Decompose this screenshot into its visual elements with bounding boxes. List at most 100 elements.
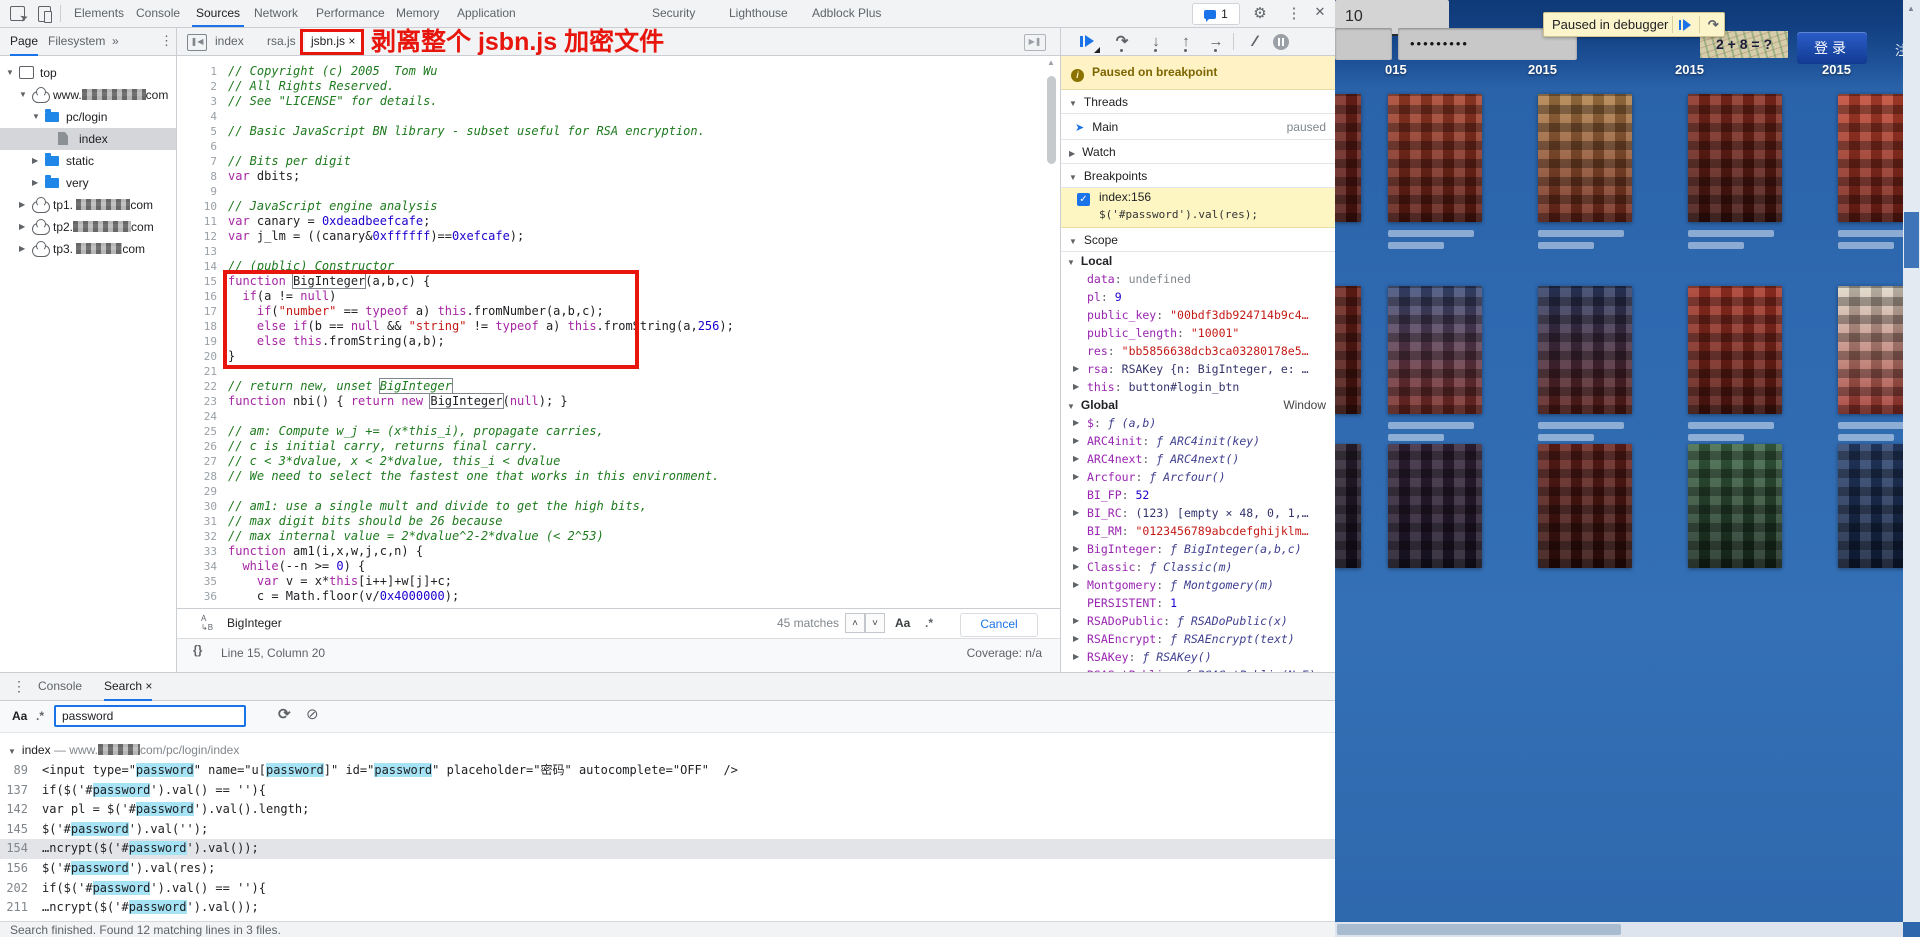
- line-number[interactable]: 36: [177, 589, 217, 604]
- line-number[interactable]: 22: [177, 379, 217, 394]
- step-over-button[interactable]: ↷: [1111, 32, 1133, 52]
- expand-icon[interactable]: ▶: [1073, 468, 1079, 486]
- blurred-poster-image[interactable]: [1388, 94, 1482, 222]
- file-tab-rsa-js[interactable]: rsa.js: [261, 28, 302, 55]
- scope-variable-RSAEncrypt[interactable]: ▶ RSAEncrypt: ƒ RSAEncrypt(text): [1061, 630, 1335, 648]
- scope-variable-Classic[interactable]: ▶ Classic: ƒ Classic(m): [1061, 558, 1335, 576]
- pause-on-exceptions-button[interactable]: [1273, 34, 1289, 50]
- scope-section-header[interactable]: ▼ Scope: [1061, 228, 1335, 252]
- issues-badge[interactable]: 1: [1192, 3, 1240, 25]
- scope-variable-rsa[interactable]: ▶ rsa: RSAKey {n: BigInteger, e: …: [1061, 360, 1335, 378]
- line-number[interactable]: 18: [177, 319, 217, 334]
- find-input[interactable]: BigInteger: [227, 609, 282, 638]
- line-number[interactable]: 11: [177, 214, 217, 229]
- scope-variable-$[interactable]: ▶ $: ƒ (a,b): [1061, 414, 1335, 432]
- page-hscroll-thumb[interactable]: [1337, 924, 1621, 935]
- line-number[interactable]: 15: [177, 274, 217, 289]
- expand-icon[interactable]: ▶: [1073, 360, 1079, 378]
- line-number[interactable]: 17: [177, 304, 217, 319]
- devtools-tab-elements[interactable]: Elements: [70, 0, 128, 27]
- devtools-tab-application[interactable]: Application: [453, 0, 520, 27]
- devtools-tab-console[interactable]: Console: [132, 0, 184, 27]
- line-number[interactable]: 26: [177, 439, 217, 454]
- devtools-tab-sources[interactable]: Sources: [192, 0, 245, 27]
- blurred-poster-image[interactable]: [1538, 286, 1632, 414]
- search-match-case-toggle[interactable]: Aa: [12, 701, 27, 732]
- scope-variable-RSADoPublic[interactable]: ▶ RSADoPublic: ƒ RSADoPublic(x): [1061, 612, 1335, 630]
- line-number[interactable]: 1: [177, 64, 217, 79]
- settings-gear-icon[interactable]: ⚙: [1250, 4, 1270, 22]
- blurred-poster-image[interactable]: [1538, 94, 1632, 222]
- tree-item-top[interactable]: ▼ top: [0, 62, 176, 84]
- navigator-tab-page[interactable]: Page: [10, 28, 39, 56]
- find-cancel-button[interactable]: Cancel: [960, 613, 1038, 637]
- tree-item-tp2[interactable]: ▶ tp2. com: [0, 216, 176, 238]
- line-number[interactable]: 34: [177, 559, 217, 574]
- scope-variable-Montgomery[interactable]: ▶ Montgomery: ƒ Montgomery(m): [1061, 576, 1335, 594]
- step-button[interactable]: →: [1205, 32, 1227, 52]
- line-number[interactable]: 5: [177, 124, 217, 139]
- step-out-button[interactable]: ↑: [1175, 32, 1197, 52]
- line-number[interactable]: 6: [177, 139, 217, 154]
- blurred-poster-image[interactable]: [1538, 444, 1632, 568]
- search-clear-icon[interactable]: ⊘: [306, 705, 319, 723]
- deactivate-breakpoints-button[interactable]: ∕∕: [1243, 32, 1265, 52]
- devtools-tab-security[interactable]: Security: [648, 0, 699, 27]
- tree-item-very[interactable]: ▶ very: [0, 172, 176, 194]
- disclosure-expanded-icon[interactable]: ▼: [8, 747, 16, 756]
- devtools-tab-lighthouse[interactable]: Lighthouse: [725, 0, 792, 27]
- tree-item-tp1[interactable]: ▶ tp1. com: [0, 194, 176, 216]
- expand-icon[interactable]: ▶: [1073, 630, 1079, 648]
- scope-variable-ARC4next[interactable]: ▶ ARC4next: ƒ ARC4next(): [1061, 450, 1335, 468]
- line-number[interactable]: 33: [177, 544, 217, 559]
- search-result-line-211[interactable]: 211 …ncrypt($('#password').val());: [0, 898, 1335, 918]
- disclosure-collapsed-icon[interactable]: ▶: [32, 150, 38, 172]
- search-result-file-header[interactable]: ▼ index — www. com/pc/login/index: [0, 741, 1335, 760]
- page-scroll-up-icon[interactable]: ▲: [1907, 4, 1915, 13]
- disclosure-collapsed-icon[interactable]: ▶: [32, 172, 38, 194]
- expand-icon[interactable]: ▶: [1073, 414, 1079, 432]
- page-horizontal-scrollbar[interactable]: [1335, 922, 1903, 937]
- blurred-poster-image[interactable]: [1388, 444, 1482, 568]
- blurred-poster-image[interactable]: [1688, 94, 1782, 222]
- match-case-toggle[interactable]: Aa: [895, 609, 910, 638]
- expand-icon[interactable]: ▶: [1073, 576, 1079, 594]
- tree-item-tp3[interactable]: ▶ tp3. com: [0, 238, 176, 260]
- drawer-tab-console[interactable]: Console: [38, 673, 82, 699]
- line-number[interactable]: 27: [177, 454, 217, 469]
- scope-variable-BI_RC[interactable]: ▶ BI_RC: (123) [empty × 48, 0, 1,…: [1061, 504, 1335, 522]
- file-tab-index[interactable]: index: [209, 28, 250, 55]
- scope-variable-Arcfour[interactable]: ▶ Arcfour: ƒ Arcfour(): [1061, 468, 1335, 486]
- scope-variable-BigInteger[interactable]: ▶ BigInteger: ƒ BigInteger(a,b,c): [1061, 540, 1335, 558]
- navigator-menu-icon[interactable]: ⋮: [160, 28, 173, 54]
- line-number[interactable]: 12: [177, 229, 217, 244]
- close-devtools-icon[interactable]: ✕: [1310, 4, 1330, 20]
- watch-section-header[interactable]: ▶ Watch: [1061, 140, 1335, 164]
- tree-item-www[interactable]: ▼ www. com: [0, 84, 176, 106]
- step-into-button[interactable]: ↓: [1145, 32, 1167, 52]
- line-number[interactable]: 14: [177, 259, 217, 274]
- line-number[interactable]: 4: [177, 109, 217, 124]
- line-number[interactable]: 31: [177, 514, 217, 529]
- search-result-line-145[interactable]: 145 $('#password').val('');: [0, 820, 1335, 840]
- find-next-button[interactable]: ˅: [865, 613, 885, 633]
- blurred-poster-image[interactable]: [1335, 286, 1361, 414]
- more-menu-icon[interactable]: ⋮: [1284, 4, 1304, 22]
- expand-icon[interactable]: ▶: [1073, 648, 1079, 666]
- line-number[interactable]: 23: [177, 394, 217, 409]
- blurred-poster-image[interactable]: [1688, 444, 1782, 568]
- page-vscroll-thumb[interactable]: [1904, 212, 1919, 268]
- expand-icon[interactable]: ▶: [1073, 378, 1079, 396]
- line-number[interactable]: 2: [177, 79, 217, 94]
- search-result-line-89[interactable]: 89 <input type="password" name="u[passwor…: [0, 761, 1335, 781]
- pretty-print-icon[interactable]: {}: [193, 643, 202, 657]
- username-field-partial[interactable]: [1335, 28, 1392, 60]
- devtools-tab-performance[interactable]: Performance: [312, 0, 389, 27]
- navigator-tabs-overflow[interactable]: »: [112, 28, 119, 54]
- search-result-line-142[interactable]: 142 var pl = $('#password').val().length;: [0, 800, 1335, 820]
- line-number[interactable]: 24: [177, 409, 217, 424]
- line-number[interactable]: 29: [177, 484, 217, 499]
- line-number[interactable]: 28: [177, 469, 217, 484]
- blurred-poster-image[interactable]: [1335, 444, 1361, 568]
- blurred-poster-image[interactable]: [1335, 94, 1361, 222]
